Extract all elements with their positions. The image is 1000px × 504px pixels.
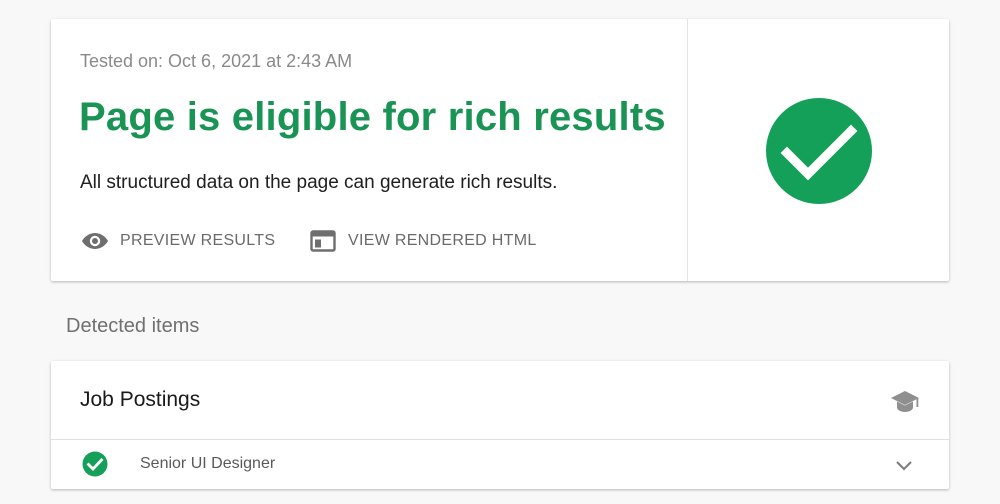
detected-items-heading: Detected items — [66, 315, 200, 337]
detected-items-card: Job Postings Senior UI Designer — [51, 361, 949, 489]
test-result-summary: Tested on: Oct 6, 2021 at 2:43 AM Page i… — [51, 19, 687, 281]
item-group-title: Job Postings — [80, 388, 201, 411]
preview-results-label: PREVIEW RESULTS — [120, 232, 276, 249]
result-description: All structured data on the page can gene… — [80, 172, 558, 193]
view-rendered-html-button[interactable]: VIEW RENDERED HTML — [309, 229, 537, 253]
check-circle-icon — [766, 98, 872, 204]
item-label: Senior UI Designer — [140, 455, 276, 472]
preview-results-button[interactable]: PREVIEW RESULTS — [81, 229, 275, 253]
item-group-header: Job Postings — [51, 361, 949, 440]
result-status-panel — [687, 19, 950, 281]
list-item[interactable]: Senior UI Designer — [51, 440, 949, 489]
tested-on-timestamp: Tested on: Oct 6, 2021 at 2:43 AM — [80, 51, 353, 71]
eye-icon — [81, 229, 109, 253]
check-circle-icon — [82, 451, 108, 477]
browser-window-icon — [309, 229, 337, 253]
view-rendered-html-label: VIEW RENDERED HTML — [348, 232, 537, 249]
graduation-cap-icon — [891, 391, 919, 412]
test-result-card: Tested on: Oct 6, 2021 at 2:43 AM Page i… — [51, 19, 949, 281]
chevron-down-icon[interactable] — [894, 455, 914, 475]
result-headline: Page is eligible for rich results — [79, 95, 666, 139]
